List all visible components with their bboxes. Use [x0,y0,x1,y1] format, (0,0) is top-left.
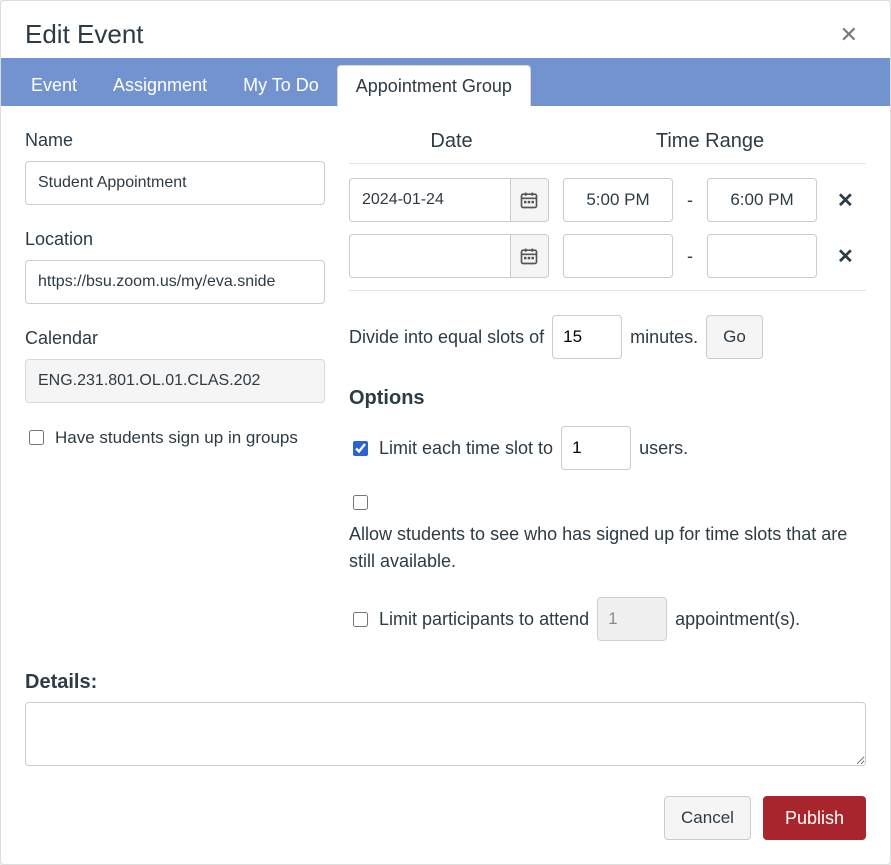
allow-see-checkbox[interactable] [353,495,368,510]
date-input[interactable] [349,234,510,278]
left-column: Name Location Calendar Have students sig… [25,130,325,663]
divide-text-after: minutes. [630,327,698,348]
divide-text-before: Divide into equal slots of [349,327,544,348]
divide-minutes-input[interactable] [552,315,622,359]
cancel-button[interactable]: Cancel [664,796,751,840]
time-range-dash: - [687,246,693,267]
name-label: Name [25,130,325,151]
divide-slots-row: Divide into equal slots of minutes. Go [349,290,866,359]
datetime-header: Date Time Range [349,130,866,164]
details-label: Details: [25,671,866,694]
options-heading: Options [349,387,866,410]
limit-participants-input[interactable] [597,597,667,641]
location-label: Location [25,229,325,250]
modal-body: Name Location Calendar Have students sig… [1,106,890,778]
limit-slot-checkbox[interactable] [353,441,368,456]
datetime-row: - ✕ [349,178,866,222]
calendar-input[interactable] [25,359,325,403]
calendar-icon [519,246,539,266]
name-input[interactable] [25,161,325,205]
limit-participants-text-before: Limit participants to attend [379,606,589,633]
close-button[interactable]: ✕ [832,20,866,50]
limit-slot-text-before: Limit each time slot to [379,435,553,462]
tab-bar: Event Assignment My To Do Appointment Gr… [1,58,890,106]
go-button[interactable]: Go [706,315,763,359]
limit-participants-row: Limit participants to attend appointment… [349,597,866,641]
datetime-row: - ✕ [349,234,866,278]
limit-participants-checkbox[interactable] [353,612,368,627]
date-cell [349,234,549,278]
limit-participants-text-after: appointment(s). [675,606,800,633]
right-column: Date Time Range [349,130,866,663]
time-range-dash: - [687,190,693,211]
time-end-input[interactable] [707,178,817,222]
calendar-icon [519,190,539,210]
group-signup-checkbox[interactable] [29,430,44,445]
modal-header: Edit Event ✕ [1,1,890,58]
location-input[interactable] [25,260,325,304]
tab-my-to-do[interactable]: My To Do [225,65,337,106]
date-cell [349,178,549,222]
limit-slot-row: Limit each time slot to users. [349,426,866,470]
date-column-header: Date [349,130,554,163]
date-input[interactable] [349,178,510,222]
close-icon: ✕ [840,22,858,47]
remove-row-button[interactable]: ✕ [831,188,860,213]
group-signup-row: Have students sign up in groups [25,427,325,448]
form-columns: Name Location Calendar Have students sig… [25,130,866,663]
modal-footer: Cancel Publish [1,778,890,864]
allow-see-text: Allow students to see who has signed up … [349,521,866,575]
name-group: Name [25,130,325,205]
calendar-label: Calendar [25,328,325,349]
tab-appointment-group[interactable]: Appointment Group [337,65,531,107]
time-start-input[interactable] [563,234,673,278]
tab-assignment[interactable]: Assignment [95,65,225,106]
close-icon: ✕ [837,246,854,268]
group-signup-label: Have students sign up in groups [55,428,298,448]
location-group: Location [25,229,325,304]
limit-slot-text-after: users. [639,435,688,462]
time-start-input[interactable] [563,178,673,222]
publish-button[interactable]: Publish [763,796,866,840]
tab-event[interactable]: Event [13,65,95,106]
time-column-header: Time Range [554,130,866,163]
calendar-group: Calendar [25,328,325,403]
details-textarea[interactable] [25,702,866,766]
date-picker-button[interactable] [510,178,549,222]
close-icon: ✕ [837,190,854,212]
remove-row-button[interactable]: ✕ [831,244,860,269]
time-end-input[interactable] [707,234,817,278]
modal-title: Edit Event [25,19,832,50]
allow-see-row: Allow students to see who has signed up … [349,492,866,575]
edit-event-modal: Edit Event ✕ Event Assignment My To Do A… [0,0,891,865]
date-picker-button[interactable] [510,234,549,278]
limit-slot-input[interactable] [561,426,631,470]
